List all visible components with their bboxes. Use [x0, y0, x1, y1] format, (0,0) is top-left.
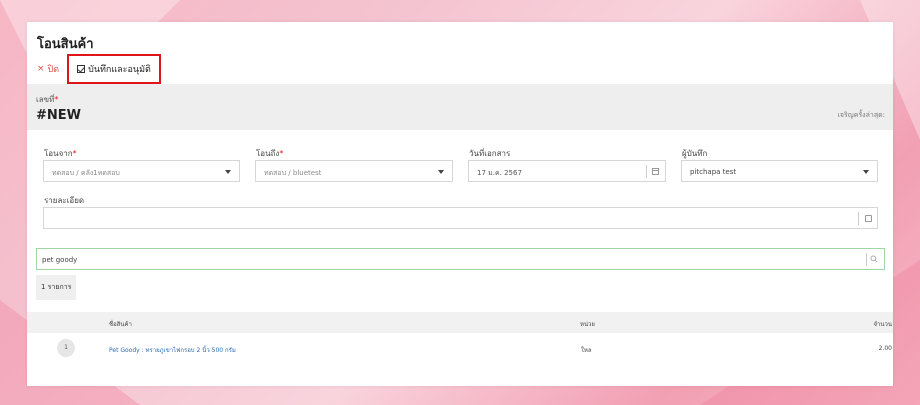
save-approve-button[interactable]: บันทึกและอนุมัติ: [67, 54, 161, 84]
row-index: 1: [57, 339, 75, 357]
required-mark: *: [54, 95, 59, 104]
to-select-value: ทดสอบ / bluetest: [264, 169, 322, 177]
recorder-select-value: pitchapa test: [690, 168, 737, 176]
from-select[interactable]: ทดสอบ / คลัง1ทดสอบ: [43, 160, 240, 182]
document-number-band: เลขที่* #NEW เจริญครั้งล่าสุด:: [27, 84, 893, 130]
chevron-down-icon: [863, 170, 869, 174]
row-unit: ใหล: [581, 347, 592, 354]
column-header-product: ชื่อสินค้า: [109, 321, 132, 328]
chevron-down-icon: [438, 170, 444, 174]
chevron-down-icon: [225, 170, 231, 174]
document-number: #NEW: [36, 108, 81, 123]
transfer-form-card: โอนสินค้า × ปิด บันทึกและอนุมัติ เลขที่*…: [27, 22, 893, 386]
table-header: ชื่อสินค้า หน่วย จำนวน: [27, 312, 893, 333]
description-input[interactable]: [43, 207, 878, 229]
table-row: 1 Pet Goody : ทรายภูเขาไฟกรอบ 2 นิ้ว 500…: [27, 336, 893, 360]
from-label-text: โอนจาก: [44, 149, 73, 158]
from-select-value: ทดสอบ / คลัง1ทดสอบ: [52, 169, 120, 177]
description-label: รายละเอียด: [44, 196, 85, 205]
divider: [866, 253, 867, 266]
from-required-mark: *: [72, 149, 77, 158]
to-label-text: โอนถึง: [256, 149, 280, 158]
to-required-mark: *: [279, 149, 284, 158]
save-approve-label: บันทึกและอนุมัติ: [88, 65, 151, 75]
divider: [646, 165, 647, 178]
recorder-select[interactable]: pitchapa test: [681, 160, 878, 182]
items-count-button[interactable]: 1 รายการ: [36, 275, 77, 300]
date-label: วันที่เอกสาร: [469, 149, 511, 158]
search-icon[interactable]: [870, 255, 878, 263]
from-label: โอนจาก*: [44, 147, 77, 160]
divider: [858, 212, 859, 225]
document-number-label: เลขที่*: [36, 93, 58, 106]
calendar-icon[interactable]: [652, 168, 659, 175]
date-field[interactable]: 17 ม.ค. 2567: [468, 160, 666, 182]
document-number-label-text: เลขที่: [36, 95, 55, 104]
search-value: pet goody: [42, 256, 78, 264]
page-title: โอนสินค้า: [37, 37, 94, 52]
edit-icon[interactable]: [865, 215, 872, 222]
close-label: ปิด: [47, 65, 60, 75]
checkbox-icon: [77, 65, 86, 73]
date-value: 17 ม.ค. 2567: [477, 169, 522, 177]
column-header-unit: หน่วย: [580, 321, 595, 328]
last-update-note: เจริญครั้งล่าสุด:: [837, 111, 885, 119]
row-quantity: 2.00: [878, 345, 892, 352]
toolbar: × ปิด บันทึกและอนุมัติ: [37, 54, 161, 84]
product-search-input[interactable]: pet goody: [36, 248, 885, 270]
close-icon: ×: [37, 64, 45, 74]
column-header-quantity: จำนวน: [873, 321, 892, 328]
to-label: โอนถึง*: [256, 147, 283, 160]
close-button[interactable]: × ปิด: [37, 62, 59, 76]
recorder-label: ผู้บันทึก: [682, 149, 708, 158]
to-select[interactable]: ทดสอบ / bluetest: [255, 160, 453, 182]
product-link[interactable]: Pet Goody : ทรายภูเขาไฟกรอบ 2 นิ้ว 500 ก…: [109, 345, 236, 355]
